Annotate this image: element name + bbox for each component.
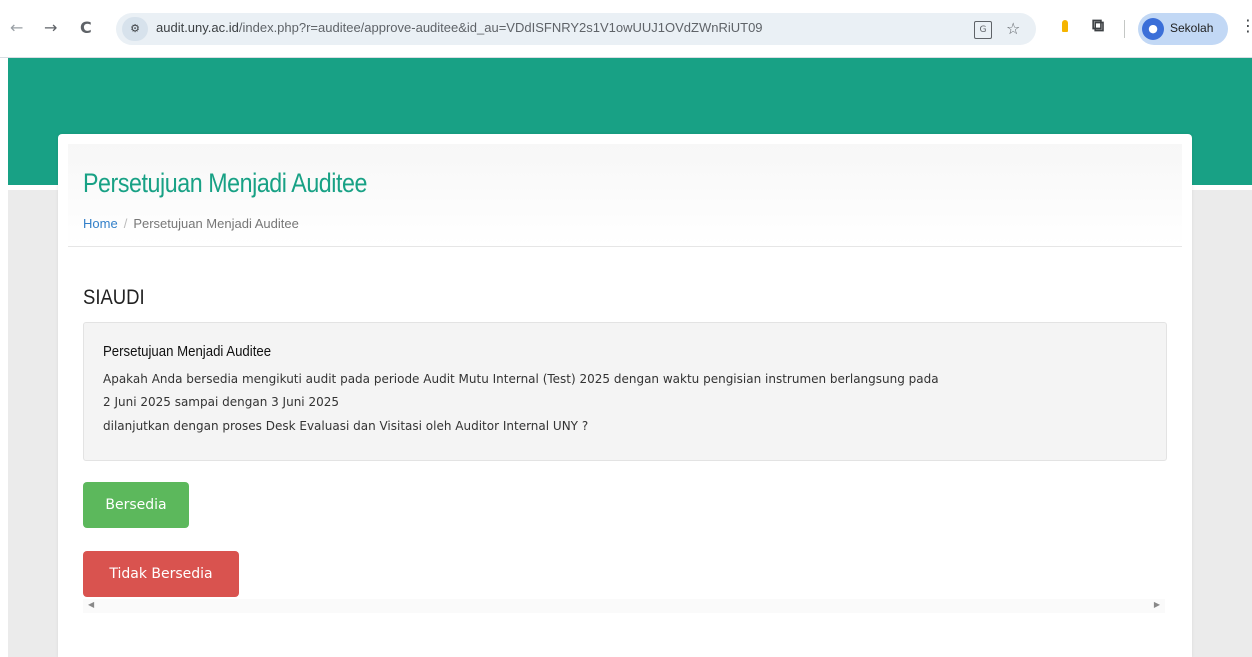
horizontal-scrollbar[interactable]: ◀ ▶: [83, 599, 1165, 613]
section-title: SIAUDI: [83, 286, 145, 309]
star-icon[interactable]: ☆: [1006, 19, 1020, 38]
toolbar-divider: [1124, 20, 1125, 38]
site-info-icon[interactable]: ⚙: [122, 17, 148, 41]
url-host: audit.uny.ac.id: [156, 20, 239, 35]
menu-icon[interactable]: ⋮: [1240, 16, 1252, 35]
puzzle-icon[interactable]: ⧉: [1092, 16, 1104, 36]
reload-icon[interactable]: C: [80, 18, 92, 38]
url-path: /index.php?r=auditee/approve-auditee&id_…: [238, 20, 763, 35]
breadcrumb-separator: /: [123, 216, 128, 231]
avatar: ●: [1142, 18, 1164, 40]
browser-toolbar: ← → C ⚙ audit.uny.ac.id/index.php?r=audi…: [0, 0, 1252, 58]
translate-icon[interactable]: G: [974, 21, 992, 39]
back-icon[interactable]: ←: [10, 18, 23, 38]
decline-button[interactable]: Tidak Bersedia: [83, 551, 239, 597]
approval-panel-title: Persetujuan Menjadi Auditee: [103, 343, 272, 360]
approval-question-line-1: Apakah Anda bersedia mengikuti audit pad…: [103, 372, 939, 386]
approval-panel: Persetujuan Menjadi Auditee Apakah Anda …: [83, 322, 1167, 461]
accept-button[interactable]: Bersedia: [83, 482, 189, 528]
breadcrumb: Home / Persetujuan Menjadi Auditee: [83, 216, 299, 231]
breadcrumb-home-link[interactable]: Home: [83, 216, 118, 231]
approval-question-line-3: dilanjutkan dengan proses Desk Evaluasi …: [103, 419, 589, 433]
scroll-right-icon[interactable]: ▶: [1154, 600, 1160, 609]
profile-chip[interactable]: ● Sekolah: [1138, 13, 1228, 45]
url-text[interactable]: audit.uny.ac.id/index.php?r=auditee/appr…: [156, 20, 763, 35]
page-header: Persetujuan Menjadi Auditee Home / Persetu…: [68, 144, 1182, 247]
forward-icon[interactable]: →: [44, 18, 57, 38]
profile-name: Sekolah: [1170, 21, 1214, 35]
page-title: Persetujuan Menjadi Auditee: [83, 168, 368, 198]
content-card: Persetujuan Menjadi Auditee Home / Persetu…: [58, 134, 1192, 657]
page-left-edge: [0, 58, 8, 657]
breadcrumb-current: Persetujuan Menjadi Auditee: [133, 216, 299, 231]
address-bar[interactable]: ⚙ audit.uny.ac.id/index.php?r=auditee/ap…: [116, 13, 1036, 45]
scroll-left-icon[interactable]: ◀: [88, 600, 94, 609]
approval-question-line-2: 2 Juni 2025 sampai dengan 3 Juni 2025: [103, 395, 339, 409]
bulb-icon[interactable]: [1062, 20, 1068, 32]
